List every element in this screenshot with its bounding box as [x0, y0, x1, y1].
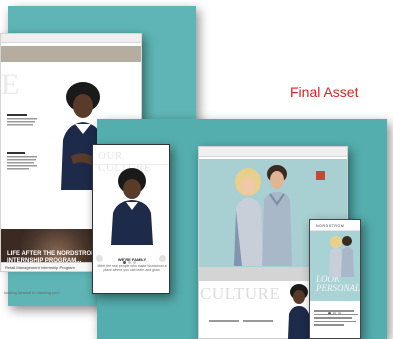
intern-portrait-photo — [288, 284, 310, 339]
browser-toolbar — [199, 147, 347, 157]
browser-toolbar — [1, 34, 141, 43]
culture-heading-fragment: E — [1, 68, 20, 101]
phone-header: OUR CULTURE — [93, 145, 169, 174]
body-text-block — [7, 114, 39, 133]
model-man-photo — [262, 165, 292, 266]
hero-tagline: LOOK PERSONAL — [316, 274, 360, 293]
culture-heading: CULTURE — [200, 284, 281, 303]
footer-note: looking forward to meeting you! — [4, 290, 60, 295]
slide-caption: WE'RE FAMILY Meet the real people who ma… — [97, 257, 167, 272]
top-strip — [1, 46, 141, 62]
phone-mockup-left: OUR CULTURE WE'RE FAMILY Meet the real p… — [92, 144, 170, 294]
brand-wordmark: NORDSTROM — [316, 224, 345, 228]
body-copy — [314, 310, 358, 328]
final-asset-label: Final Asset — [290, 84, 359, 100]
footer-text: Retail Management Internship Program — [5, 265, 75, 270]
carousel-dots[interactable] — [123, 251, 141, 264]
intern-portrait-photo — [111, 168, 153, 245]
body-text-block — [7, 152, 39, 179]
phone-header: NORDSTROM — [310, 220, 360, 231]
caption-body: Meet the real people who make Nordstrom … — [97, 264, 167, 272]
brand-tile — [316, 171, 325, 180]
text-lines — [7, 152, 37, 170]
models-photo — [329, 236, 354, 277]
text-lines — [7, 114, 37, 126]
caption-title: WE'RE FAMILY — [117, 257, 147, 262]
